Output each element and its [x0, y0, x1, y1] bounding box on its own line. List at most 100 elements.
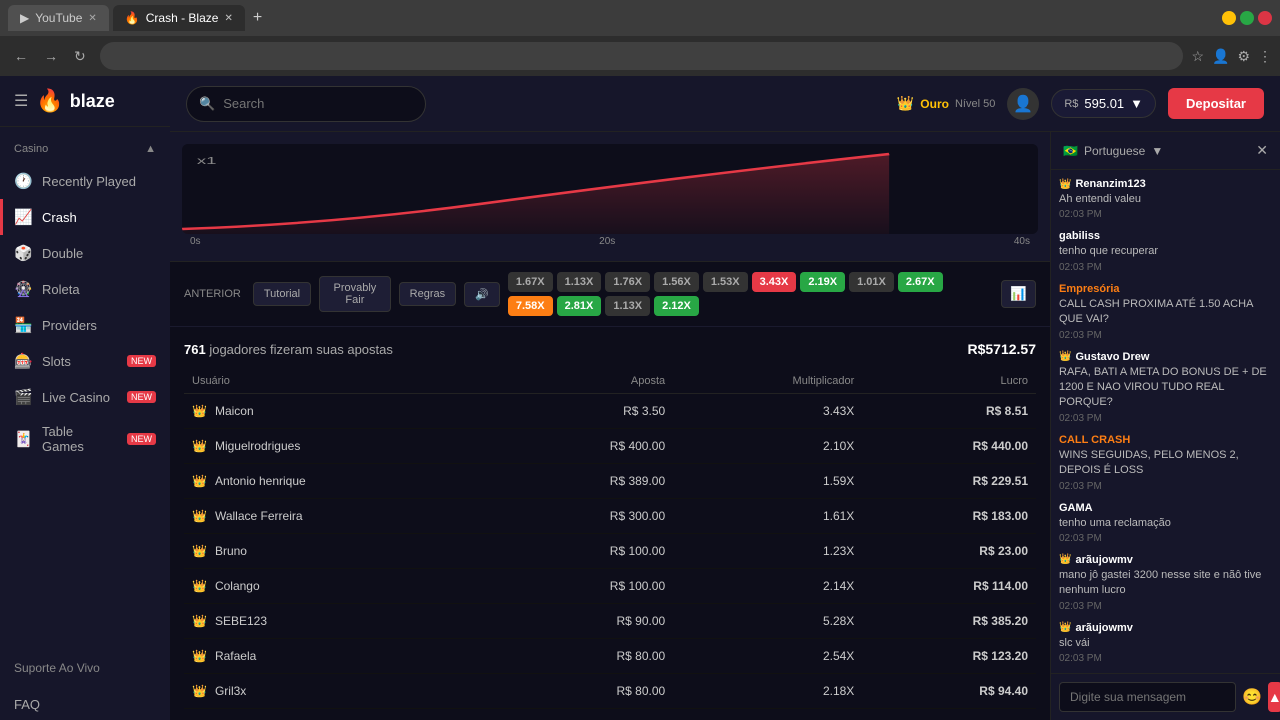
- chat-close-button[interactable]: ✕: [1256, 142, 1268, 159]
- sidebar-item-table-games[interactable]: 🃏 Table Games NEW: [0, 415, 170, 463]
- balance-chevron: ▼: [1130, 96, 1143, 111]
- tab-youtube[interactable]: ▶ YouTube ✕: [8, 5, 109, 31]
- brazil-flag-icon: 🇧🇷: [1063, 144, 1078, 158]
- new-tab-button[interactable]: +: [249, 5, 266, 31]
- sidebar-hamburger[interactable]: ☰: [14, 91, 28, 111]
- slots-label: Slots: [42, 354, 71, 369]
- username-3: Wallace Ferreira: [215, 509, 303, 523]
- sidebar-faq[interactable]: FAQ: [0, 689, 170, 720]
- msg-username-2: Empresória: [1059, 283, 1120, 295]
- msg-text-5: tenho uma reclamação: [1059, 516, 1272, 531]
- sidebar-item-slots[interactable]: 🎰 Slots NEW: [0, 343, 170, 379]
- back-button[interactable]: ←: [8, 44, 34, 69]
- cell-bet-7: R$ 80.00: [500, 639, 674, 674]
- cell-profit-6: R$ 385.20: [862, 604, 1036, 639]
- window-minimize[interactable]: [1222, 11, 1236, 25]
- chat-emoji-button[interactable]: 😊: [1242, 687, 1262, 707]
- multiplier-pill-11[interactable]: 1.13X: [605, 296, 650, 316]
- bookmark-icon[interactable]: ☆: [1191, 48, 1204, 65]
- cell-bet-3: R$ 300.00: [500, 499, 674, 534]
- cell-profit-2: R$ 229.51: [862, 464, 1036, 499]
- table-row: 👑 Bruno R$ 100.00 1.23X R$ 23.00: [184, 534, 1036, 569]
- msg-text-1: tenho que recuperar: [1059, 244, 1272, 259]
- msg-username-3: Gustavo Drew: [1075, 351, 1149, 363]
- chat-header: 🇧🇷 Portuguese ▼ ✕: [1051, 132, 1280, 170]
- username-1: Miguelrodrigues: [215, 439, 300, 453]
- multiplier-pill-6[interactable]: 2.19X: [800, 272, 845, 292]
- cell-bet-5: R$ 100.00: [500, 569, 674, 604]
- multiplier-pill-3[interactable]: 1.56X: [654, 272, 699, 292]
- window-close[interactable]: [1258, 11, 1272, 25]
- sidebar-item-crash[interactable]: 📈 Crash: [0, 199, 170, 235]
- forward-button[interactable]: →: [38, 44, 64, 69]
- multiplier-pill-12[interactable]: 2.12X: [654, 296, 699, 316]
- user-profile-icon[interactable]: 👤: [1212, 48, 1229, 65]
- multiplier-pill-10[interactable]: 2.81X: [557, 296, 602, 316]
- cell-mult-0: 3.43X: [673, 394, 862, 429]
- chat-language-selector[interactable]: 🇧🇷 Portuguese ▼: [1063, 144, 1163, 158]
- user-avatar[interactable]: 👤: [1007, 88, 1039, 120]
- chat-message-2: Empresória CALL CASH PROXIMA ATÉ 1.50 AC…: [1059, 283, 1272, 341]
- table-row: 👑 Gril3x R$ 80.00 2.18X R$ 94.40: [184, 674, 1036, 709]
- deposit-button[interactable]: Depositar: [1168, 88, 1264, 119]
- username-4: Bruno: [215, 544, 247, 558]
- app-header: 🔍 👑 Ouro Nível 50 👤 R$ 595.01 ▼ Dep: [170, 76, 1280, 132]
- players-text-2: jogadores fizeram suas apostas: [209, 342, 393, 357]
- casino-section-header[interactable]: Casino ▲: [0, 135, 170, 163]
- multiplier-pill-0[interactable]: 1.67X: [508, 272, 553, 292]
- msg-text-2: CALL CASH PROXIMA ATÉ 1.50 ACHA QUE VAI?: [1059, 297, 1272, 328]
- msg-time-3: 02:03 PM: [1059, 413, 1272, 424]
- rules-button[interactable]: Regras: [399, 282, 456, 306]
- chart-label-0s: 0s: [190, 236, 201, 247]
- youtube-favicon: ▶: [20, 11, 29, 25]
- menu-icon[interactable]: ⋮: [1258, 48, 1272, 65]
- window-maximize[interactable]: [1240, 11, 1254, 25]
- multiplier-pill-7[interactable]: 1.01X: [849, 272, 894, 292]
- nav-buttons: ← → ↻: [8, 44, 92, 69]
- chat-message-6: 👑 arãujowmv mano jô gastei 3200 nesse si…: [1059, 554, 1272, 612]
- browser-tabs: ▶ YouTube ✕ 🔥 Crash - Blaze ✕ +: [8, 5, 1214, 31]
- cell-user-4: 👑 Bruno: [184, 534, 500, 569]
- provably-fair-button[interactable]: Provably Fair: [319, 276, 391, 312]
- table-row: 👑 Rafaela R$ 80.00 2.54X R$ 123.20: [184, 639, 1036, 674]
- cell-mult-4: 1.23X: [673, 534, 862, 569]
- cell-profit-5: R$ 114.00: [862, 569, 1036, 604]
- balance-badge[interactable]: R$ 595.01 ▼: [1051, 89, 1156, 118]
- multiplier-pill-1[interactable]: 1.13X: [557, 272, 602, 292]
- chart-view-button[interactable]: 📊: [1001, 280, 1036, 308]
- sidebar-item-double[interactable]: 🎲 Double: [0, 235, 170, 271]
- header-user-info: 👑 Ouro Nível 50 👤 R$ 595.01 ▼ Depositar: [897, 88, 1264, 120]
- svg-text:x1: x1: [197, 155, 217, 166]
- multiplier-pill-4[interactable]: 1.53X: [703, 272, 748, 292]
- multiplier-pill-2[interactable]: 1.76X: [605, 272, 650, 292]
- msg-username-1: gabiliss: [1059, 230, 1100, 242]
- sidebar-item-roleta[interactable]: 🎡 Roleta: [0, 271, 170, 307]
- sound-button[interactable]: 🔊: [464, 282, 500, 307]
- chat-messages: 👑 Renanzim123 Ah entendi valeu 02:03 PM …: [1051, 170, 1280, 673]
- extensions-icon[interactable]: ⚙: [1237, 48, 1250, 65]
- address-input[interactable]: blaze.com/pt/games/crash: [100, 42, 1184, 70]
- col-header-mult: Multiplicador: [673, 369, 862, 394]
- multiplier-pill-5[interactable]: 3.43X: [752, 272, 797, 292]
- reload-button[interactable]: ↻: [68, 44, 92, 69]
- chat-input-area: 😊 ▲: [1051, 673, 1280, 720]
- msg-header-3: 👑 Gustavo Drew: [1059, 351, 1272, 363]
- sidebar-item-live-casino[interactable]: 🎬 Live Casino NEW: [0, 379, 170, 415]
- chat-message-1: gabiliss tenho que recuperar 02:03 PM: [1059, 230, 1272, 272]
- user-crown-3: 👑: [192, 509, 207, 523]
- sidebar-item-recently-played[interactable]: 🕐 Recently Played: [0, 163, 170, 199]
- tab-youtube-label: YouTube: [35, 11, 82, 25]
- chat-send-button[interactable]: ▲: [1268, 682, 1280, 712]
- sidebar-item-providers[interactable]: 🏪 Providers: [0, 307, 170, 343]
- tab-youtube-close[interactable]: ✕: [88, 13, 96, 24]
- multiplier-pill-9[interactable]: 7.58X: [508, 296, 553, 316]
- chat-input[interactable]: [1059, 682, 1236, 712]
- tab-crash-blaze[interactable]: 🔥 Crash - Blaze ✕: [113, 5, 245, 31]
- cell-user-2: 👑 Antonio henrique: [184, 464, 500, 499]
- tutorial-button[interactable]: Tutorial: [253, 282, 311, 306]
- tab-crash-close[interactable]: ✕: [224, 13, 232, 24]
- search-input[interactable]: [223, 96, 413, 111]
- chart-container: x1: [182, 144, 1038, 234]
- multiplier-pill-8[interactable]: 2.67X: [898, 272, 943, 292]
- providers-label: Providers: [42, 318, 97, 333]
